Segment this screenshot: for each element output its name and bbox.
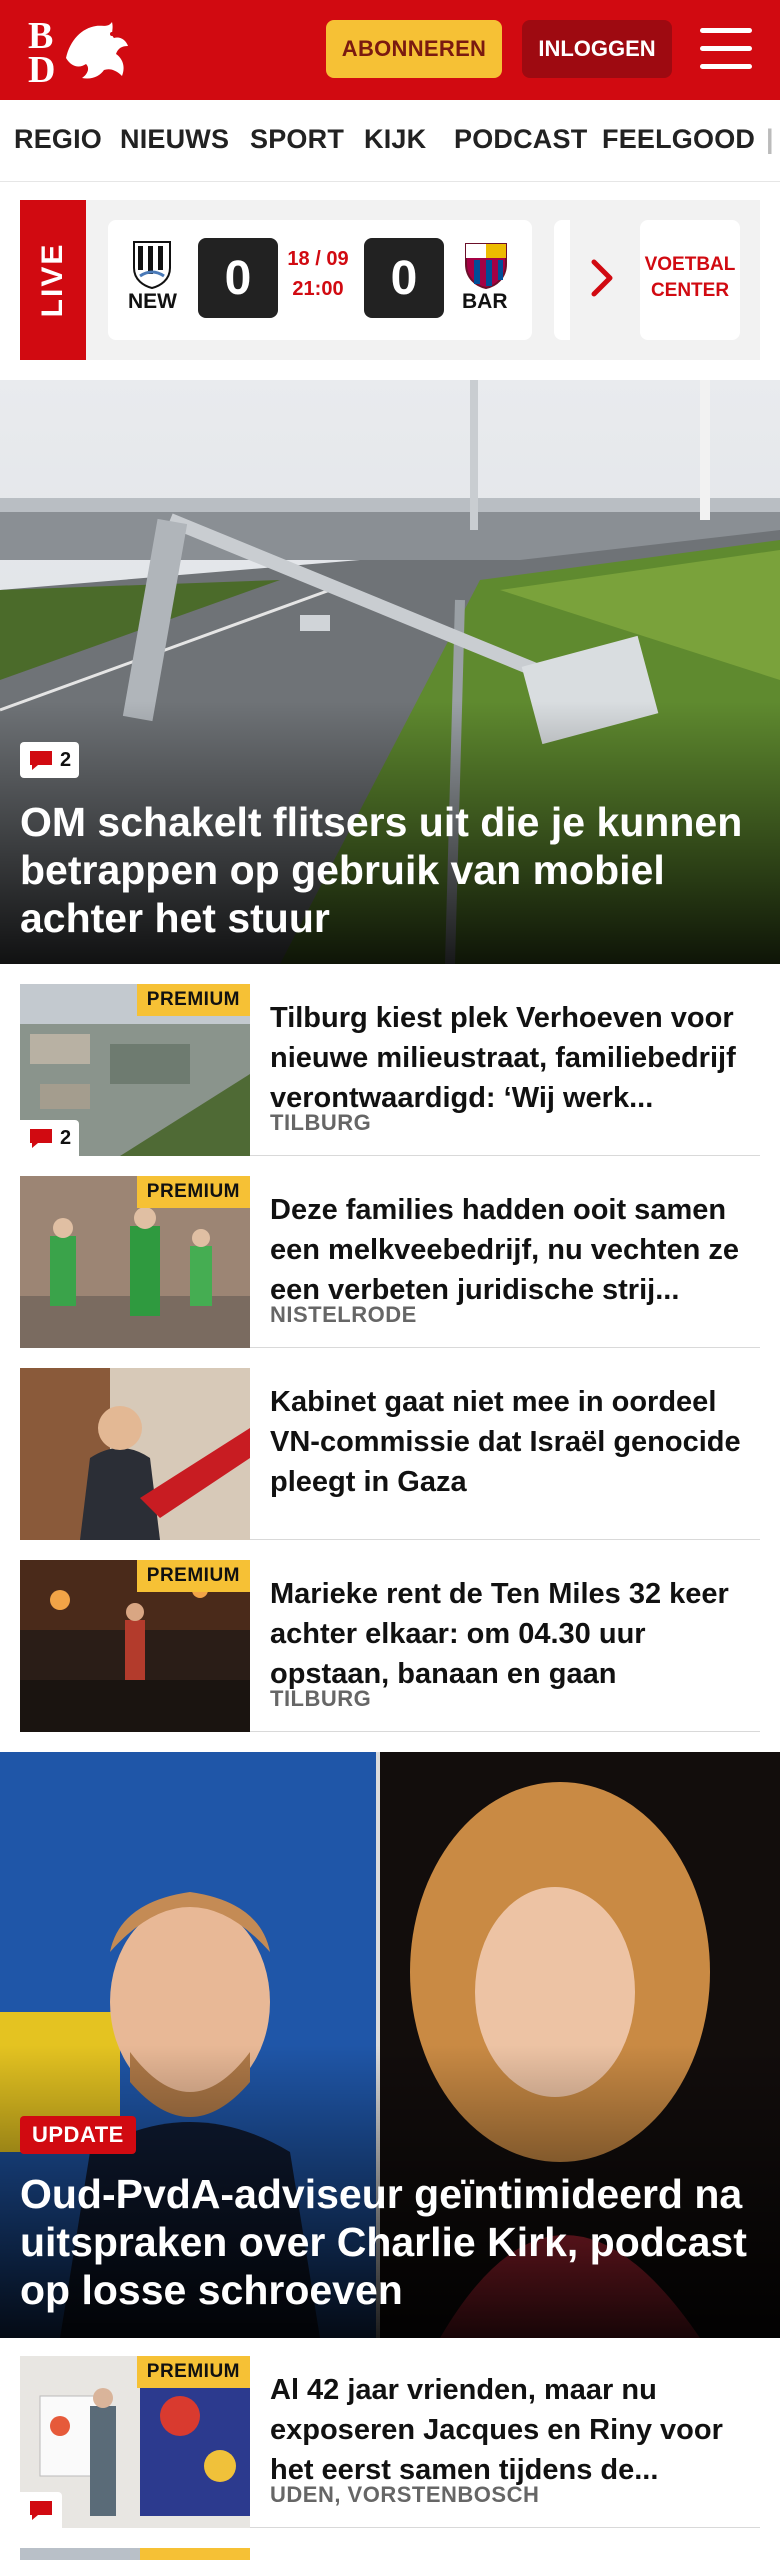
voetbal-center-line1: VOETBAL — [644, 254, 736, 275]
section-nav: REGIO NIEUWS SPORT KIJK PODCAST FEELGOOD… — [0, 100, 780, 182]
article-thumbnail: PREMIUM — [20, 2356, 250, 2528]
featured-headline[interactable]: Oud-PvdA-adviseur geïntimideerd na uitsp… — [20, 2170, 770, 2314]
article-item[interactable]: PREMIUM Al 42 jaar vrienden, maar nu exp… — [20, 2356, 760, 2528]
article-thumbnail: PREMIUM — [20, 1176, 250, 1348]
newcastle-crest-icon — [133, 241, 171, 290]
comment-icon — [30, 1129, 52, 1148]
comment-icon — [30, 2501, 52, 2520]
premium-badge: PREMIUM — [136, 984, 250, 1016]
article-item[interactable]: PREMIUM Deze families hadden ooit samen … — [20, 1176, 760, 1348]
article-location: UDEN, VORSTENBOSCH — [270, 2482, 540, 2507]
match-card[interactable]: NEW 0 18 / 09 21:00 0 BAR — [108, 220, 532, 340]
hamburger-menu-icon[interactable] — [700, 26, 752, 72]
dragon-icon — [66, 22, 128, 79]
nav-item-sport[interactable]: SPORT — [250, 124, 344, 155]
article-thumbnail — [20, 1368, 250, 1540]
site-header: B D ABONNEREN INLOGGEN — [0, 0, 780, 100]
article-title[interactable]: Kabinet gaat niet mee in oordeel VN-comm… — [270, 1382, 760, 1502]
article-title[interactable]: Deze families hadden ooit samen een melk… — [270, 1190, 760, 1310]
logo-letter-d: D — [28, 49, 56, 91]
barcelona-crest-icon — [465, 243, 507, 290]
article-item[interactable]: PREMIUM 2 Tilburg kiest plek Verhoeven v… — [20, 984, 760, 1156]
match-date: 18 / 09 — [287, 248, 349, 270]
nav-item-kijk[interactable]: KIJK — [364, 124, 426, 155]
article-item[interactable]: Kabinet gaat niet mee in oordeel VN-comm… — [20, 1368, 760, 1540]
article-thumbnail: PREMIUM — [20, 1560, 250, 1732]
hero-headline[interactable]: OM schakelt flitsers uit die je kunnen b… — [20, 798, 760, 942]
login-button[interactable]: INLOGGEN — [522, 20, 672, 78]
article-title[interactable]: Al 42 jaar vrienden, maar nu exposeren J… — [270, 2370, 760, 2490]
premium-badge: PREMIUM — [136, 1560, 250, 1592]
voetbal-center-link[interactable]: VOETBAL CENTER — [640, 220, 740, 340]
match-time: 21:00 — [292, 278, 344, 300]
voetbal-center-line2: CENTER — [650, 280, 730, 301]
nav-item-nieuws[interactable]: NIEUWS — [120, 124, 229, 155]
hero-comment-count: 2 — [60, 748, 72, 771]
hero-comment-badge[interactable]: 2 — [20, 742, 80, 778]
subscribe-button[interactable]: ABONNEREN — [326, 20, 502, 78]
comment-count: 2 — [60, 1126, 72, 1149]
hero-article[interactable]: 2 OM schakelt flitsers uit die je kunnen… — [0, 380, 780, 964]
comment-icon — [30, 751, 52, 770]
premium-badge: PREMIUM — [136, 1176, 250, 1208]
article-item[interactable]: PREMIUM Marieke rent de Ten Miles 32 kee… — [20, 1560, 760, 1732]
premium-badge-partial — [140, 2548, 250, 2560]
article-location: NISTELRODE — [270, 1302, 417, 1327]
article-location: TILBURG — [270, 1110, 372, 1135]
politician-image — [20, 1368, 250, 1540]
update-badge: UPDATE — [20, 2116, 136, 2154]
chevron-right-icon[interactable] — [590, 258, 614, 298]
article-thumbnail-partial[interactable] — [20, 2548, 250, 2560]
live-score-bar: LIVE NEW 0 18 / 09 21:00 0 BAR VOETBAL C… — [20, 200, 760, 360]
comment-badge[interactable] — [20, 2492, 62, 2528]
next-match-card[interactable] — [554, 220, 570, 340]
nav-item-feelgood[interactable]: FEELGOOD — [602, 124, 755, 155]
bd-logo[interactable]: B D — [26, 14, 128, 91]
live-label: LIVE — [36, 242, 69, 318]
nav-item-overflow[interactable]: | — [766, 124, 774, 155]
nav-item-regio[interactable]: REGIO — [14, 124, 102, 155]
article-location: TILBURG — [270, 1686, 372, 1711]
away-score: 0 — [364, 238, 444, 318]
away-team-label: BAR — [462, 290, 508, 313]
article-title[interactable]: Marieke rent de Ten Miles 32 keer achter… — [270, 1574, 760, 1694]
home-team-label: NEW — [128, 290, 177, 313]
featured-article[interactable]: UPDATE Oud-PvdA-adviseur geïntimideerd n… — [0, 1752, 780, 2338]
live-tag: LIVE — [20, 200, 86, 360]
nav-item-podcast[interactable]: PODCAST — [454, 124, 587, 155]
home-score: 0 — [198, 238, 278, 318]
premium-badge: PREMIUM — [136, 2356, 250, 2388]
article-thumbnail: PREMIUM 2 — [20, 984, 250, 1156]
article-title[interactable]: Tilburg kiest plek Verhoeven voor nieuwe… — [270, 998, 760, 1118]
comment-badge[interactable]: 2 — [20, 1120, 80, 1156]
